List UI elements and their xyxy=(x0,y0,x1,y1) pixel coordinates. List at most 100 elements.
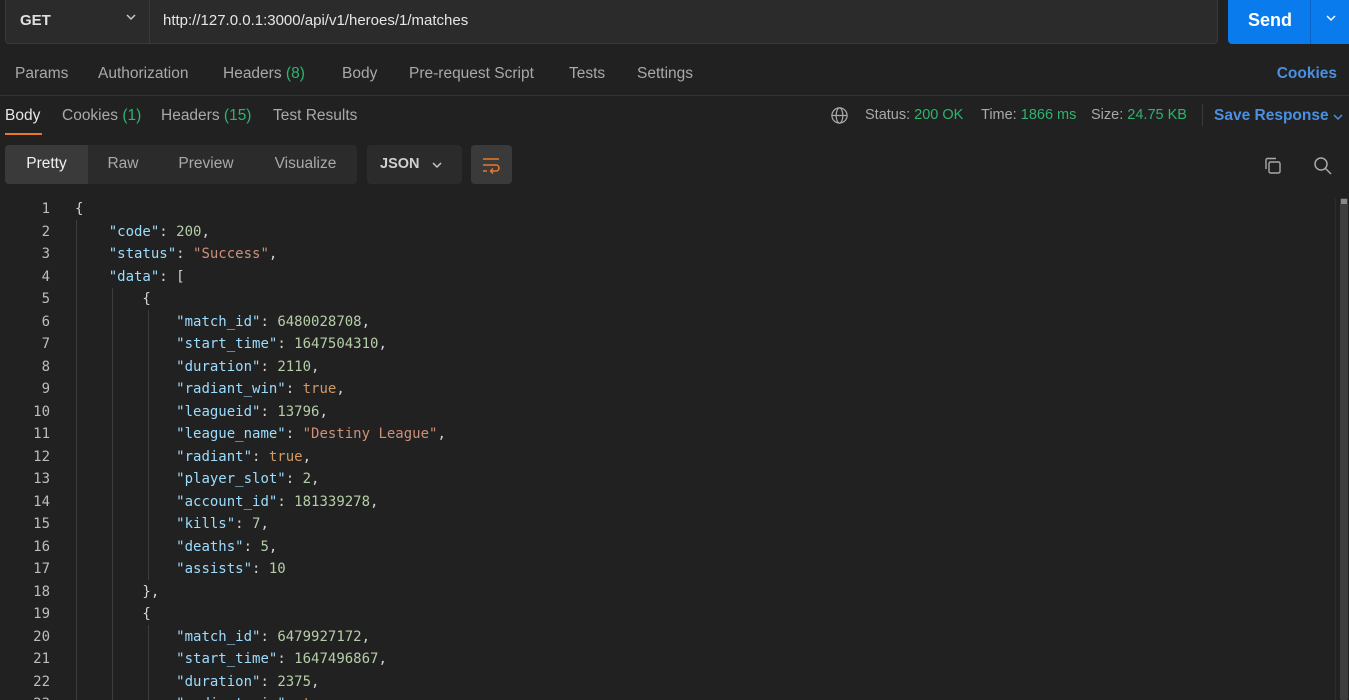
tab-pre-request-script[interactable]: Pre-request Script xyxy=(409,65,534,83)
code-token: { xyxy=(75,201,84,217)
tab-headers-count: (8) xyxy=(285,65,305,82)
code-token: "Success" xyxy=(193,246,269,262)
code-token: "start_time" xyxy=(176,651,278,667)
code-line: 3 "status": "Success", xyxy=(0,243,1335,266)
code-token: , xyxy=(311,358,320,375)
copy-icon[interactable] xyxy=(1263,156,1283,176)
code-token: , xyxy=(268,538,278,555)
format-select[interactable]: JSON xyxy=(367,145,462,184)
size-meta[interactable]: Size: 24.75 KB xyxy=(1091,107,1187,123)
code-token: : xyxy=(252,561,269,577)
status-meta[interactable]: Status: 200 OK xyxy=(865,107,963,123)
code-token: "radiant" xyxy=(176,448,253,465)
code-token: , xyxy=(311,471,320,487)
code-token: , xyxy=(201,223,210,240)
code-token: "kills" xyxy=(176,516,236,532)
code-text: "match_id": 6480028708, xyxy=(75,314,370,330)
url-text: http://127.0.0.1:3000/api/v1/heroes/1/ma… xyxy=(163,12,469,29)
line-number: 9 xyxy=(41,381,50,397)
view-tab-preview[interactable]: Preview xyxy=(158,145,254,184)
code-token: : xyxy=(260,628,278,645)
code-text: "data": [ xyxy=(75,269,185,285)
response-tab-body[interactable]: Body xyxy=(5,107,40,125)
code-token: "data" xyxy=(108,268,160,285)
code-token: : xyxy=(260,358,278,375)
chevron-down-icon[interactable] xyxy=(1325,12,1337,24)
response-body-editor[interactable]: 1{2 "code": 200, 3 "status": "Success", 4 … xyxy=(0,198,1335,700)
line-number: 8 xyxy=(41,358,50,375)
tab-params[interactable]: Params xyxy=(15,65,68,83)
send-label: Send xyxy=(1248,10,1293,30)
time-label: Time: xyxy=(981,107,1017,123)
tab-settings[interactable]: Settings xyxy=(637,65,693,83)
code-text: "duration": 2375, xyxy=(75,674,319,690)
chevron-down-icon xyxy=(126,14,136,21)
code-token: , xyxy=(437,426,446,442)
tab-tests[interactable]: Tests xyxy=(569,65,605,83)
time-meta[interactable]: Time: 1866 ms xyxy=(981,107,1076,123)
code-token: : xyxy=(260,673,278,690)
save-response-button[interactable]: Save Response xyxy=(1214,107,1329,125)
scrollbar-thumb[interactable] xyxy=(1340,198,1348,700)
active-tab-underline xyxy=(5,133,42,135)
url-input[interactable]: http://127.0.0.1:3000/api/v1/heroes/1/ma… xyxy=(150,0,1218,44)
code-token: , xyxy=(336,696,344,700)
code-token: : xyxy=(260,403,278,420)
cookies-link[interactable]: Cookies xyxy=(1277,65,1337,83)
line-number: 2 xyxy=(41,223,50,240)
code-line: 16 "deaths": 5, xyxy=(0,536,1335,559)
view-tab-raw[interactable]: Raw xyxy=(88,145,158,184)
word-wrap-button[interactable] xyxy=(471,145,512,184)
line-number: 21 xyxy=(33,651,50,667)
code-token: 2110 xyxy=(277,358,312,375)
line-number: 17 xyxy=(33,561,50,577)
status-label: Status: xyxy=(865,107,911,123)
code-token: 5 xyxy=(260,538,269,555)
divider xyxy=(1202,104,1203,126)
line-number: 11 xyxy=(33,426,50,442)
code-token: 10 xyxy=(268,561,286,577)
code-line: 1{ xyxy=(0,198,1335,221)
code-line: 11 "league_name": "Destiny League", xyxy=(0,423,1335,446)
tab-authorization[interactable]: Authorization xyxy=(98,65,188,83)
tab-body[interactable]: Body xyxy=(342,65,377,83)
line-number: 5 xyxy=(41,291,50,307)
send-divider xyxy=(1310,0,1311,44)
time-value: 1866 ms xyxy=(1020,107,1077,123)
response-tab-headers-count: (15) xyxy=(223,107,252,124)
code-token: : xyxy=(285,381,303,397)
code-token: { xyxy=(75,291,151,307)
response-tab-test-results[interactable]: Test Results xyxy=(273,107,357,125)
response-tab-headers[interactable]: Headers (15) xyxy=(161,107,251,125)
code-token: : xyxy=(285,426,303,442)
send-button[interactable]: Send xyxy=(1228,0,1349,44)
line-number: 10 xyxy=(33,403,50,420)
method-select[interactable]: GET xyxy=(5,0,150,44)
tab-headers[interactable]: Headers (8) xyxy=(223,65,305,83)
search-icon[interactable] xyxy=(1313,156,1333,176)
code-token: , xyxy=(336,381,345,397)
chevron-down-icon[interactable] xyxy=(1332,111,1344,123)
code-line: 2 "code": 200, xyxy=(0,221,1335,244)
code-line: 15 "kills": 7, xyxy=(0,513,1335,536)
code-text: { xyxy=(75,606,150,622)
view-tab-visualize[interactable]: Visualize xyxy=(254,145,357,184)
response-tab-headers-label: Headers xyxy=(161,107,220,124)
code-token: : xyxy=(277,336,295,352)
response-tabs: Body Cookies (1) Headers (15) Test Resul… xyxy=(0,96,1349,136)
line-number: 23 xyxy=(0,696,50,700)
code-text: "league_name": "Destiny League", xyxy=(75,426,446,442)
response-tab-cookies[interactable]: Cookies (1) xyxy=(62,107,141,125)
view-tab-pretty[interactable]: Pretty xyxy=(5,145,88,184)
code-token: true xyxy=(303,696,337,700)
line-number: 14 xyxy=(33,493,50,510)
globe-icon[interactable] xyxy=(830,106,849,125)
line-number: 19 xyxy=(33,606,50,622)
line-number: 15 xyxy=(33,516,50,532)
code-token: 1647496867 xyxy=(294,651,379,667)
